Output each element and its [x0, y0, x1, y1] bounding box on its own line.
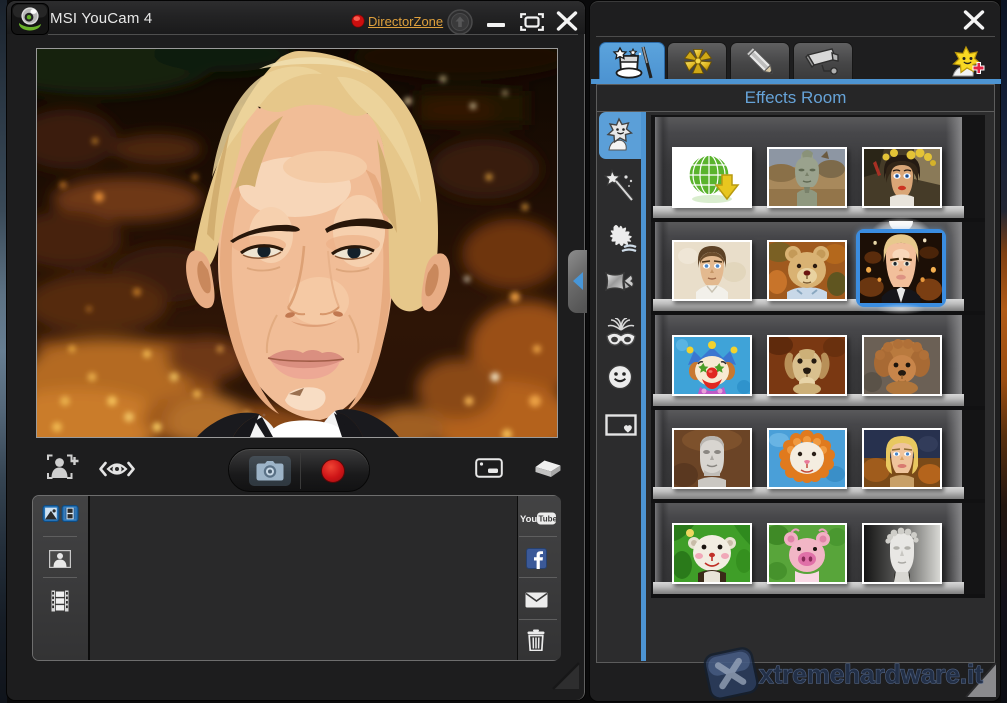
svg-text:xtremehardware.it: xtremehardware.it [759, 659, 983, 689]
svg-text:You: You [520, 514, 537, 525]
svg-text:Tube: Tube [539, 515, 558, 524]
